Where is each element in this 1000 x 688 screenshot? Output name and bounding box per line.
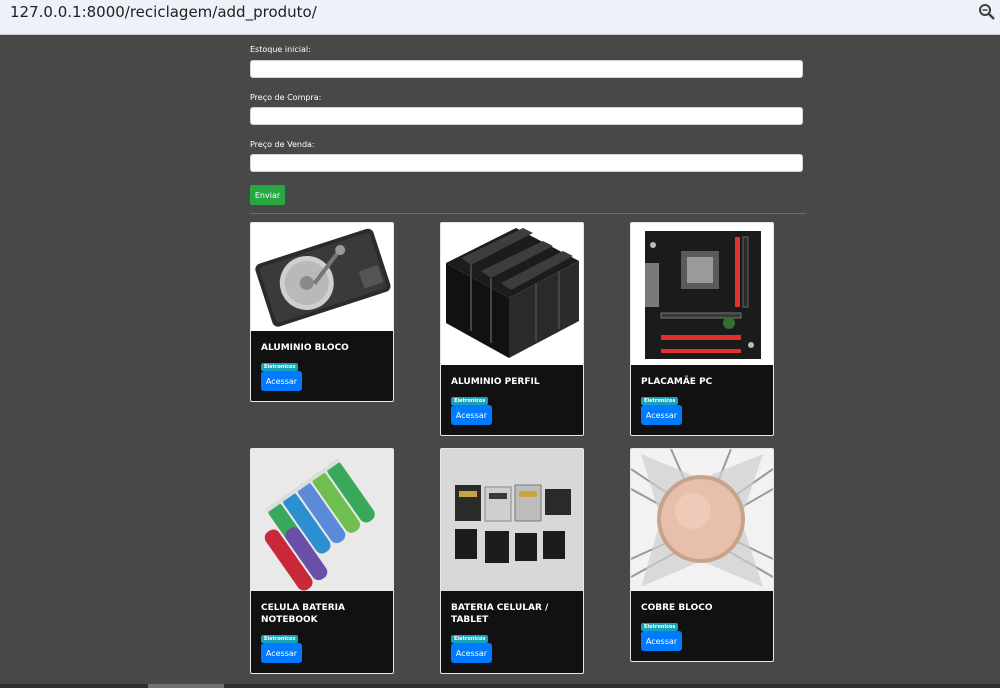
product-image-heatsink — [441, 223, 583, 365]
access-button[interactable]: Acessar — [261, 643, 302, 663]
sell-price-input[interactable] — [250, 154, 803, 172]
category-badge: Eletronicos — [261, 363, 299, 371]
stock-label: Estoque inicial: — [250, 45, 311, 54]
zoom-icon[interactable] — [978, 3, 996, 21]
product-card: CELULA BATERIA NOTEBOOK Eletronicos Aces… — [250, 448, 394, 674]
access-button[interactable]: Acessar — [641, 405, 682, 425]
product-card: BATERIA CELULAR / TABLET Eletronicos Ace… — [440, 448, 584, 674]
submit-button[interactable]: Enviar — [250, 185, 285, 205]
category-badge: Eletronicos — [451, 635, 489, 643]
stock-input[interactable] — [250, 60, 803, 78]
scrollbar-thumb[interactable] — [148, 684, 224, 688]
product-title: PLACAMÃE PC — [641, 377, 713, 387]
access-button[interactable]: Acessar — [451, 643, 492, 663]
product-title: ALUMINIO PERFIL — [451, 377, 540, 387]
product-title: ALUMINIO BLOCO — [261, 343, 349, 353]
product-image-hard-drive — [251, 223, 393, 331]
product-title: COBRE BLOCO — [641, 603, 713, 613]
sell-price-label: Preço de Venda: — [250, 140, 315, 149]
access-button[interactable]: Acessar — [261, 371, 302, 391]
product-image-battery-cells — [251, 449, 393, 591]
product-card: ALUMINIO PERFIL Eletronicos Acessar — [440, 222, 584, 436]
access-button[interactable]: Acessar — [641, 631, 682, 651]
divider — [250, 213, 806, 214]
bottom-scrollbar[interactable] — [0, 684, 1000, 688]
browser-address-bar[interactable]: 127.0.0.1:8000/reciclagem/add_produto/ — [0, 0, 1000, 35]
product-card: ALUMINIO BLOCO Eletronicos Acessar — [250, 222, 394, 402]
category-badge: Eletronicos — [641, 623, 679, 631]
product-image-phone-batteries — [441, 449, 583, 591]
category-badge: Eletronicos — [641, 397, 679, 405]
product-card: PLACAMÃE PC Eletronicos Acessar — [630, 222, 774, 436]
product-card: COBRE BLOCO Eletronicos Acessar — [630, 448, 774, 662]
buy-price-label: Preço de Compra: — [250, 93, 322, 102]
category-badge: Eletronicos — [261, 635, 299, 643]
product-image-motherboard — [631, 223, 773, 365]
product-title: BATERIA CELULAR / TABLET — [451, 603, 549, 625]
access-button[interactable]: Acessar — [451, 405, 492, 425]
product-image-copper-cooler — [631, 449, 773, 591]
product-title: CELULA BATERIA NOTEBOOK — [261, 603, 345, 625]
category-badge: Eletronicos — [451, 397, 489, 405]
buy-price-input[interactable] — [250, 107, 803, 125]
url-text[interactable]: 127.0.0.1:8000/reciclagem/add_produto/ — [10, 3, 317, 21]
